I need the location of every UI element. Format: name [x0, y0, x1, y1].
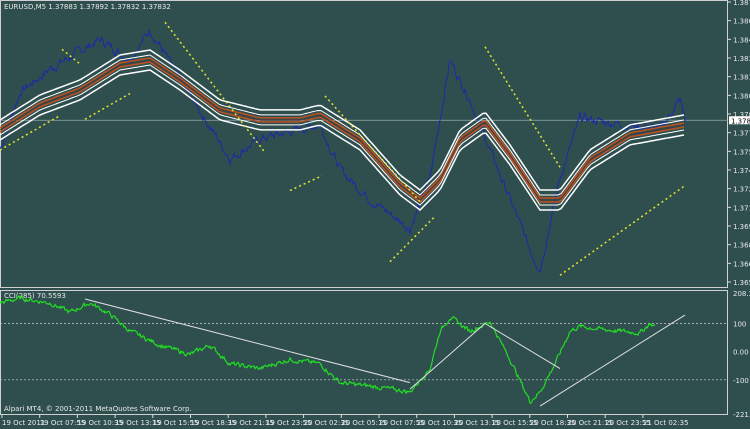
envelope-segment — [61, 48, 81, 65]
cci-tick-label: 208.332 — [733, 290, 750, 298]
price-tick-label: 1.37275 — [733, 186, 750, 194]
price-tick-label: 1.37125 — [733, 204, 750, 212]
price-tick-label: 1.38795 — [733, 0, 750, 7]
cci-tick-label: -221.347 — [733, 411, 750, 419]
cci-tick-label: -100 — [733, 377, 749, 385]
envelope-segment — [324, 95, 421, 203]
cci-panel-frame — [0, 290, 728, 415]
price-tick-label: 1.36670 — [733, 260, 750, 268]
price-tick-label: 1.38640 — [733, 18, 750, 26]
chart-canvas[interactable]: EURUSD,M5 1.37883 1.37892 1.37832 1.3783… — [0, 0, 750, 429]
price-tick-label: 1.38185 — [733, 74, 750, 82]
cci-trendline — [539, 314, 686, 407]
price-tick-label: 1.38030 — [733, 92, 750, 100]
cci-trendline — [484, 323, 561, 369]
price-tick-label: 1.36970 — [733, 223, 750, 231]
cci-trendline — [84, 298, 411, 384]
price-tick-label: 1.37425 — [733, 167, 750, 175]
price-tick-label: 1.37730 — [733, 130, 750, 138]
mt4-chart-window: EURUSD,M5 1.37883 1.37892 1.37832 1.3783… — [0, 0, 750, 429]
cci-label: CCI(285) 70.5593 — [4, 292, 66, 300]
price-tick-label: 1.38490 — [733, 36, 750, 44]
price-tick-label: 1.36820 — [733, 242, 750, 250]
envelope-segment — [559, 184, 686, 276]
chart-title: EURUSD,M5 1.37883 1.37892 1.37832 1.3783… — [4, 3, 171, 11]
price-tick-label: 1.38340 — [733, 55, 750, 63]
price-tick-label: 1.37575 — [733, 148, 750, 156]
cci-series — [0, 294, 656, 404]
cci-tick-label: 100 — [733, 321, 746, 329]
ma-lower-outer — [0, 69, 685, 211]
price-tick-label: 1.36515 — [733, 279, 750, 287]
envelope-segment — [484, 46, 561, 168]
cci-tick-label: 0.00 — [733, 349, 749, 357]
time-tick-label: 21 Oct 02:35 — [643, 419, 689, 427]
current-price-label: 1.37832 — [731, 117, 750, 125]
envelope-segment — [289, 175, 323, 192]
cci-trendline — [409, 323, 486, 390]
envelope-segment — [84, 92, 131, 120]
price-series — [0, 28, 686, 274]
copyright-text: Alpari MT4, © 2001-2011 MetaQuotes Softw… — [4, 405, 192, 413]
